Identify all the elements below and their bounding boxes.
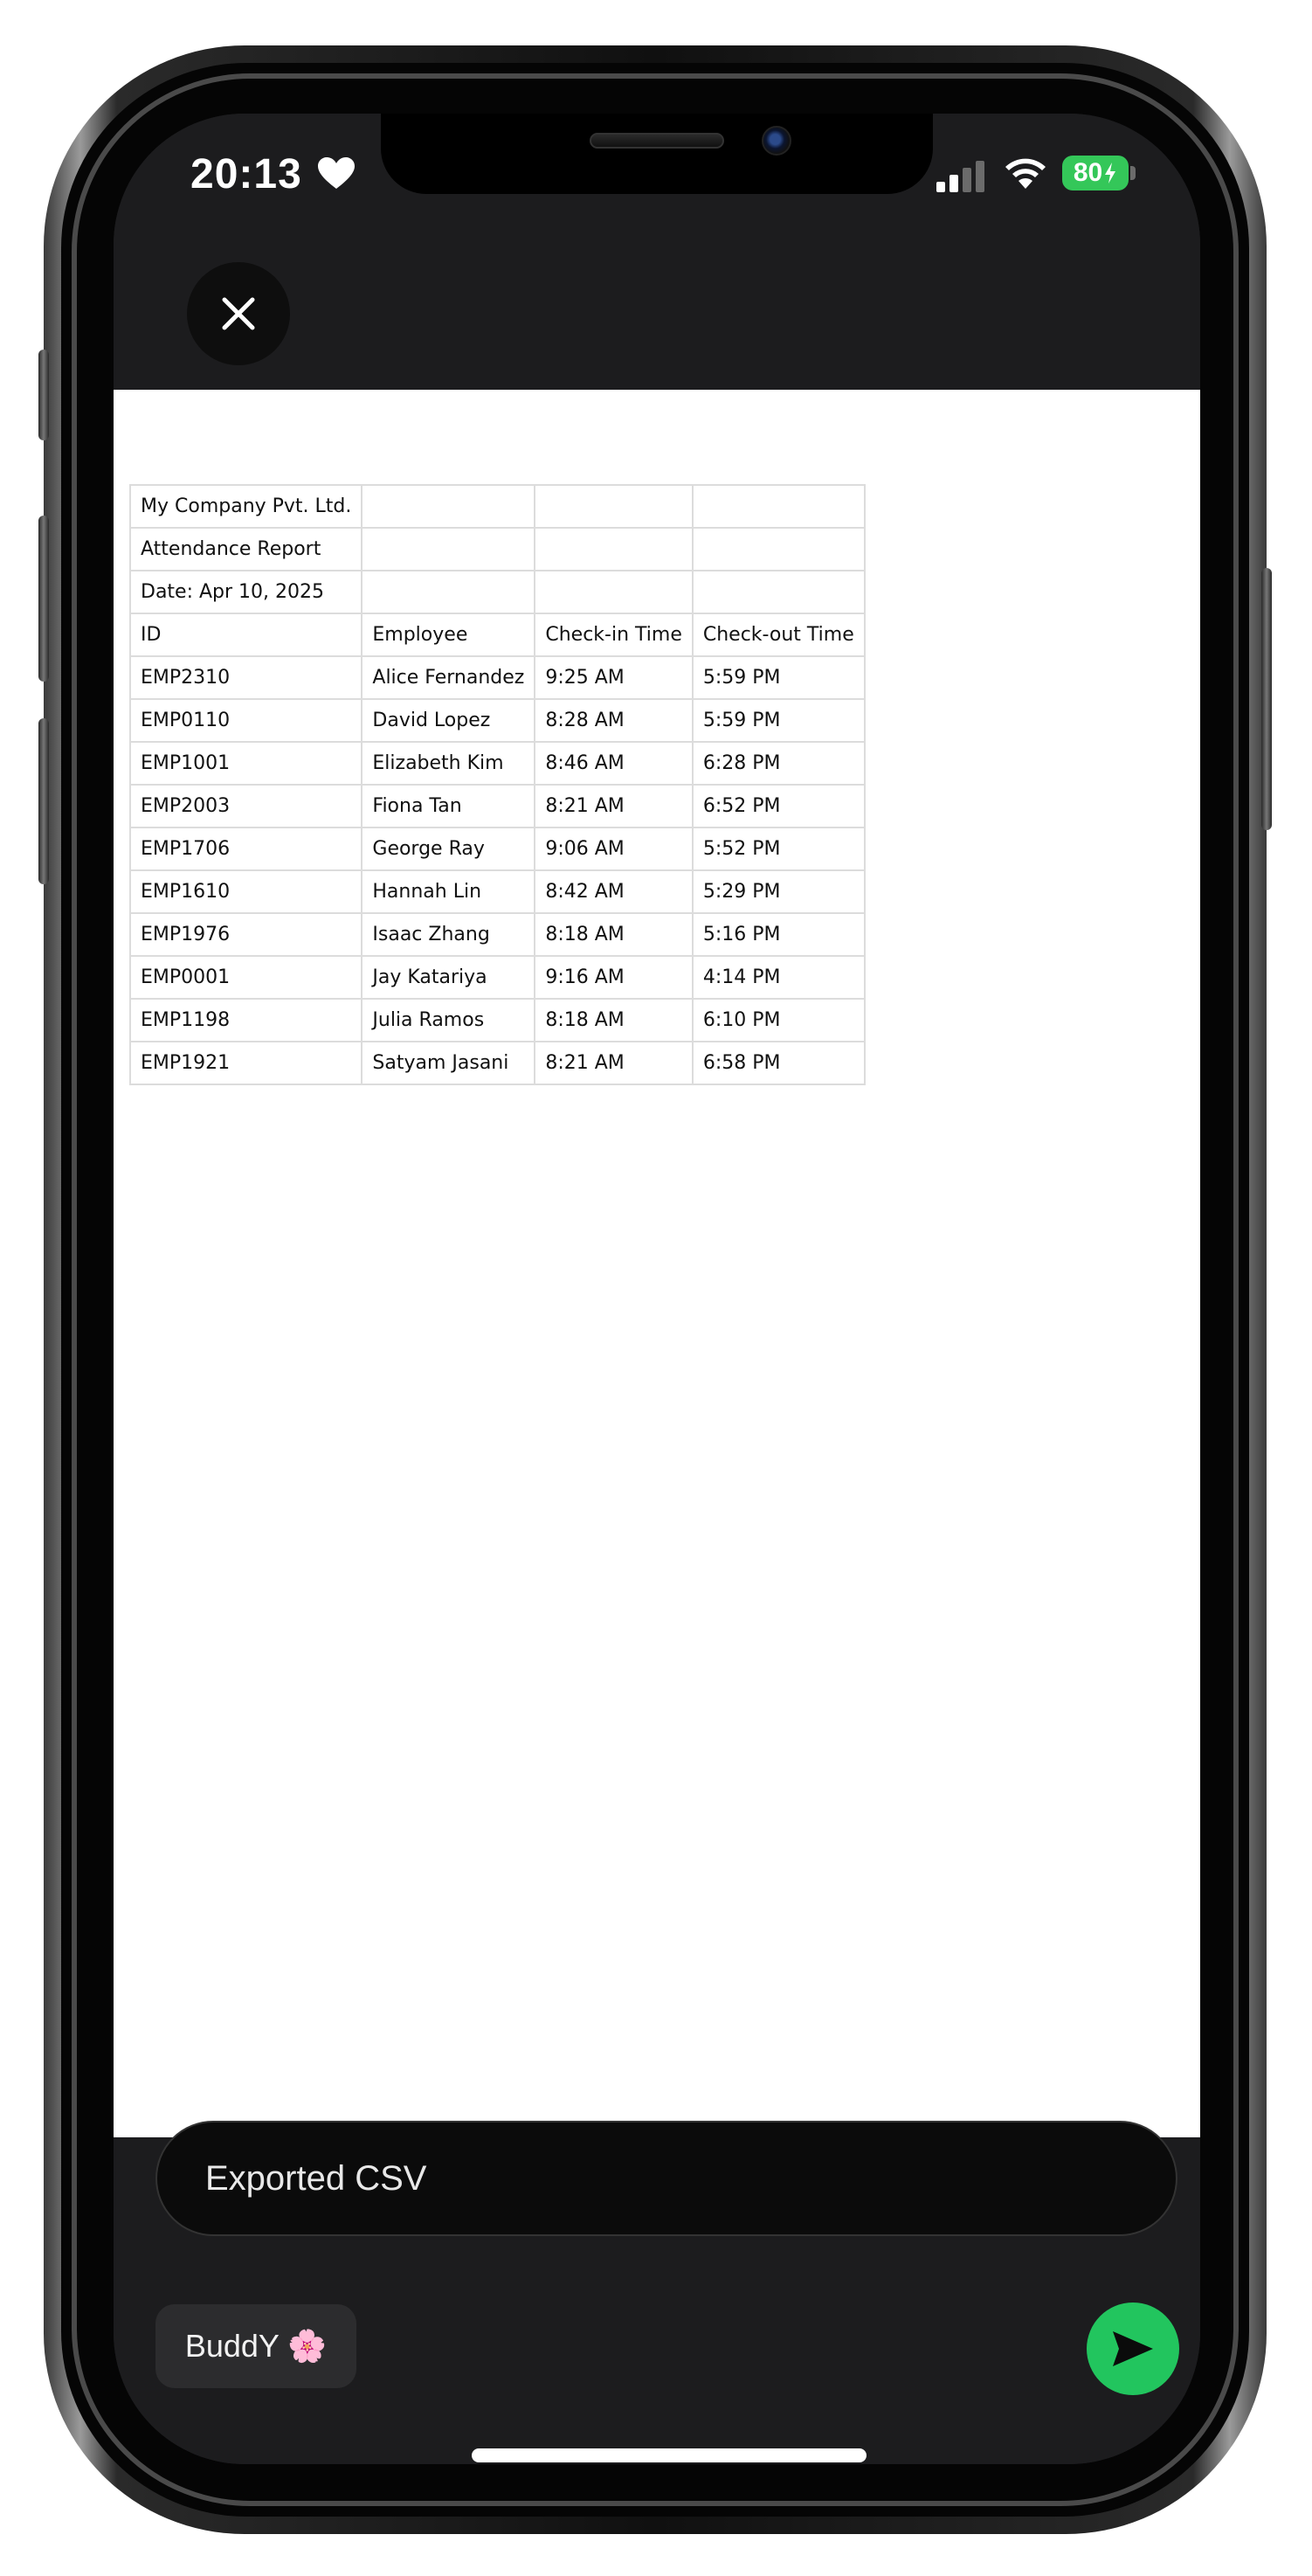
table-cell: George Ray [361,827,536,871]
close-button[interactable] [187,262,290,365]
table-cell: Jay Katariya [361,955,536,1000]
send-icon [1113,2331,1153,2366]
table-cell: 5:52 PM [691,827,866,871]
power-button [1261,568,1272,830]
table-cell: EMP1921 [128,1041,363,1085]
table-cell: 6:52 PM [691,784,866,828]
home-indicator[interactable] [472,2448,867,2462]
caption-input[interactable]: Exported CSV [155,2121,1177,2236]
table-cell: Check-in Time [534,613,694,657]
table-cell [361,527,536,571]
table-cell: EMP2003 [128,784,363,828]
table-cell: 8:46 AM [534,741,694,786]
table-cell: Julia Ramos [361,998,536,1042]
cellular-signal-icon [936,161,984,192]
table-row: Attendance Report [128,527,866,571]
table-cell: 8:18 AM [534,998,694,1042]
table-cell: Satyam Jasani [361,1041,536,1085]
table-cell: 6:10 PM [691,998,866,1042]
battery-percentage: 80 [1073,158,1103,187]
table-cell [691,527,866,571]
recipient-chip[interactable]: BuddY 🌸 [155,2304,356,2388]
document-preview[interactable]: My Company Pvt. Ltd. Attendance Report Dat… [114,390,1200,2137]
table-cell: 8:18 AM [534,912,694,957]
table-cell: Fiona Tan [361,784,536,828]
table-cell: 5:29 PM [691,869,866,914]
status-time: 20:13 [190,151,302,197]
table-row: EMP1198 Julia Ramos 8:18 AM 6:10 PM [128,998,866,1042]
table-cell [534,570,694,614]
table-cell: EMP0001 [128,955,363,1000]
table-cell: 9:25 AM [534,655,694,700]
table-cell: 8:21 AM [534,1041,694,1085]
close-icon [222,297,255,330]
table-cell: 8:28 AM [534,698,694,743]
table-row: Date: Apr 10, 2025 [128,570,866,614]
table-cell [534,527,694,571]
table-cell: ID [128,613,363,657]
table-cell [361,484,536,529]
table-cell: EMP1001 [128,741,363,786]
volume-down-button [38,718,49,884]
table-row: EMP1610 Hannah Lin 8:42 AM 5:29 PM [128,869,866,914]
table-cell: Check-out Time [691,613,866,657]
table-row: EMP0110 David Lopez 8:28 AM 5:59 PM [128,698,866,743]
caption-text: Exported CSV [205,2158,427,2198]
earpiece-speaker [590,133,724,149]
table-cell: EMP1198 [128,998,363,1042]
front-camera [762,126,791,156]
table-cell [691,570,866,614]
battery-tip [1130,166,1136,180]
table-cell: 9:06 AM [534,827,694,871]
table-cell: Attendance Report [128,527,363,571]
wifi-icon [1005,158,1046,189]
table-row: EMP1976 Isaac Zhang 8:18 AM 5:16 PM [128,912,866,957]
table-cell: 9:16 AM [534,955,694,1000]
heart-icon [318,157,355,189]
table-cell: 6:28 PM [691,741,866,786]
table-cell: EMP0110 [128,698,363,743]
recipient-name: BuddY 🌸 [184,2328,328,2364]
table-cell: Employee [361,613,536,657]
table-cell: 6:58 PM [691,1041,866,1085]
table-cell: 8:21 AM [534,784,694,828]
table-cell: 5:59 PM [691,655,866,700]
table-cell: Alice Fernandez [361,655,536,700]
table-cell: 4:14 PM [691,955,866,1000]
table-cell: My Company Pvt. Ltd. [128,484,363,529]
table-cell: Date: Apr 10, 2025 [128,570,363,614]
battery-charging-icon [1105,163,1116,184]
spreadsheet-preview: My Company Pvt. Ltd. Attendance Report Dat… [128,484,866,1085]
table-cell: 5:59 PM [691,698,866,743]
table-cell: Hannah Lin [361,869,536,914]
phone-screen: My Company Pvt. Ltd. Attendance Report Dat… [114,114,1200,2464]
table-row: EMP0001 Jay Katariya 9:16 AM 4:14 PM [128,955,866,1000]
table-cell [361,570,536,614]
send-button[interactable] [1087,2302,1179,2395]
table-row: EMP1921 Satyam Jasani 8:21 AM 6:58 PM [128,1041,866,1085]
table-cell: David Lopez [361,698,536,743]
table-cell: Elizabeth Kim [361,741,536,786]
table-cell: Isaac Zhang [361,912,536,957]
notch [381,114,933,194]
table-cell: EMP2310 [128,655,363,700]
table-cell: 8:42 AM [534,869,694,914]
table-row: EMP1706 George Ray 9:06 AM 5:52 PM [128,827,866,871]
battery-indicator: 80 [1062,156,1129,190]
mute-switch [38,350,49,440]
table-cell [534,484,694,529]
table-cell: EMP1610 [128,869,363,914]
volume-up-button [38,516,49,682]
table-row: EMP2310 Alice Fernandez 9:25 AM 5:59 PM [128,655,866,700]
table-header-row: ID Employee Check-in Time Check-out Time [128,613,866,657]
table-row: EMP2003 Fiona Tan 8:21 AM 6:52 PM [128,784,866,828]
table-cell [691,484,866,529]
table-row: EMP1001 Elizabeth Kim 8:46 AM 6:28 PM [128,741,866,786]
table-cell: 5:16 PM [691,912,866,957]
table-cell: EMP1706 [128,827,363,871]
table-row: My Company Pvt. Ltd. [128,484,866,529]
table-cell: EMP1976 [128,912,363,957]
attendance-table: My Company Pvt. Ltd. Attendance Report Dat… [128,484,866,1085]
